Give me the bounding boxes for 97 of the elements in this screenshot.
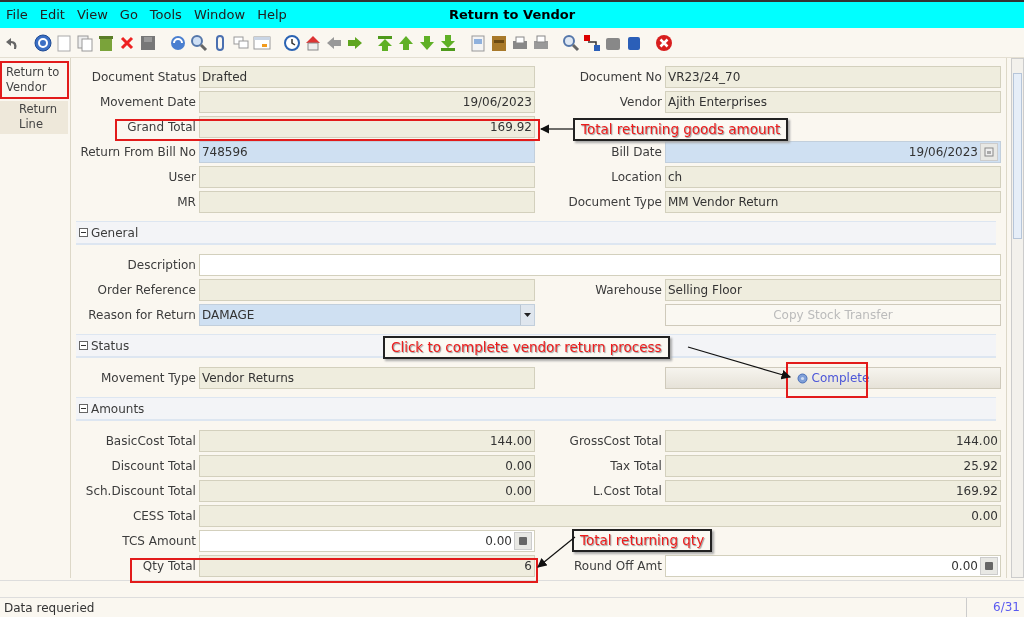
calculator-icon: [983, 561, 994, 571]
readonly-field: Ajith Enterprises: [664, 91, 1001, 113]
field-label: User: [167, 169, 196, 186]
copy-icon[interactable]: [76, 33, 94, 52]
field-label: Document Type: [567, 194, 662, 211]
transfer-icon[interactable]: [583, 33, 601, 52]
field-label: MR: [176, 194, 196, 211]
readonly-field: 169.92: [198, 116, 535, 138]
readonly-field: VR23/24_70: [664, 66, 1001, 88]
field-label: TCS Amount: [121, 533, 196, 550]
readonly-field: 25.92: [664, 455, 1001, 477]
search-icon[interactable]: [190, 33, 208, 52]
field-label: Qty Total: [141, 558, 196, 575]
calculator-button[interactable]: [513, 532, 532, 550]
recycle-bin-icon[interactable]: [97, 33, 115, 52]
save-icon[interactable]: [139, 33, 157, 52]
section-title: General: [90, 224, 139, 242]
cabinet-icon[interactable]: [490, 33, 508, 52]
printer-icon[interactable]: [511, 33, 529, 52]
window-title: Return to Vendor: [448, 7, 576, 22]
callout-label: Total returning qty: [572, 529, 713, 552]
field-label: Reason for Return: [87, 307, 196, 324]
readonly-field: ch: [664, 166, 1001, 188]
field-label: Vendor: [618, 94, 662, 111]
field-label: Document No: [578, 69, 662, 86]
callout-arrow: [539, 124, 574, 134]
field-label: Grand Total: [126, 119, 196, 136]
window-icon[interactable]: [253, 33, 271, 52]
dropdown-button[interactable]: [519, 305, 534, 325]
readonly-field: Drafted: [198, 66, 535, 88]
printer-icon[interactable]: [532, 33, 550, 52]
field-label: Discount Total: [110, 458, 196, 475]
readonly-field: Selling Floor: [664, 279, 1001, 301]
scrollbar-thumb[interactable]: [1013, 73, 1022, 239]
dropdown-field[interactable]: DAMAGE: [198, 304, 535, 326]
down-arrow-icon[interactable]: [418, 33, 436, 52]
calendar-icon: [983, 147, 994, 157]
readonly-field: 6: [198, 555, 535, 577]
field-label: Warehouse: [594, 282, 662, 299]
readonly-field: 0.00: [198, 455, 535, 477]
close-icon[interactable]: [655, 33, 673, 52]
side-tab[interactable]: Return Line: [0, 101, 68, 134]
menu-item[interactable]: Tools: [143, 5, 188, 25]
field-label: Order Reference: [96, 282, 196, 299]
menu-item[interactable]: Edit: [33, 5, 71, 25]
record-counter: 6/31: [966, 598, 1024, 617]
field-label: CESS Total: [131, 508, 196, 525]
readonly-field: 0.00: [198, 480, 535, 502]
menu-item[interactable]: Go: [113, 5, 144, 25]
field-label: BasicCost Total: [104, 433, 196, 450]
readonly-field: 0.00: [198, 505, 1001, 527]
field-label: Sch.Discount Total: [84, 483, 196, 500]
field-label: L.Cost Total: [591, 483, 662, 500]
readonly-field: 144.00: [664, 430, 1001, 452]
first-record-icon[interactable]: [376, 33, 394, 52]
callout-label: Total returning goods amount: [573, 118, 789, 141]
readonly-field: MM Vendor Return: [664, 191, 1001, 213]
section-title: Amounts: [90, 400, 145, 418]
menu-item[interactable]: Window: [187, 5, 252, 25]
field-label: GrossCost Total: [568, 433, 662, 450]
readonly-field: Vendor Returns: [198, 367, 535, 389]
collapse-icon[interactable]: [78, 228, 88, 237]
field-label: Document Status: [90, 69, 196, 86]
menu-item[interactable]: File: [0, 5, 34, 25]
section-title: Status: [90, 337, 130, 355]
readonly-field: 169.92: [664, 480, 1001, 502]
readonly-field: 19/06/2023: [198, 91, 535, 113]
clock-icon[interactable]: [283, 33, 301, 52]
chat-icon[interactable]: [232, 33, 250, 52]
calculator-button[interactable]: [979, 557, 998, 575]
home-icon[interactable]: [304, 33, 322, 52]
calculator-icon: [517, 536, 528, 546]
collapse-icon[interactable]: [78, 404, 88, 413]
callout-label: Click to complete vendor return process: [383, 336, 670, 359]
input-field[interactable]: [198, 254, 1001, 276]
field-label: Movement Date: [98, 94, 196, 111]
field-label: Tax Total: [609, 458, 662, 475]
field-label: Movement Type: [100, 370, 196, 387]
readonly-field: 144.00: [198, 430, 535, 452]
field-label: Location: [610, 169, 662, 186]
field-label: Round Off Amt: [573, 558, 662, 575]
field-label: Return From Bill No: [79, 144, 196, 161]
scrollbar[interactable]: [1011, 58, 1024, 578]
input-field[interactable]: 748596: [198, 141, 535, 163]
input-field[interactable]: 0.00: [198, 530, 535, 552]
status-message: Data requeried: [4, 599, 95, 617]
input-field[interactable]: 19/06/2023: [664, 141, 1001, 163]
input-field[interactable]: 0.00: [664, 555, 1001, 577]
field-label: Description: [126, 257, 196, 274]
caret-icon: [523, 313, 531, 317]
last-record-icon[interactable]: [439, 33, 457, 52]
collapse-icon[interactable]: [78, 341, 88, 350]
field-label: Bill Date: [610, 144, 662, 161]
menu-item[interactable]: View: [70, 5, 114, 25]
zoom-icon[interactable]: [562, 33, 580, 52]
callout-arrow: [537, 536, 576, 568]
menu-item[interactable]: Help: [251, 5, 293, 25]
